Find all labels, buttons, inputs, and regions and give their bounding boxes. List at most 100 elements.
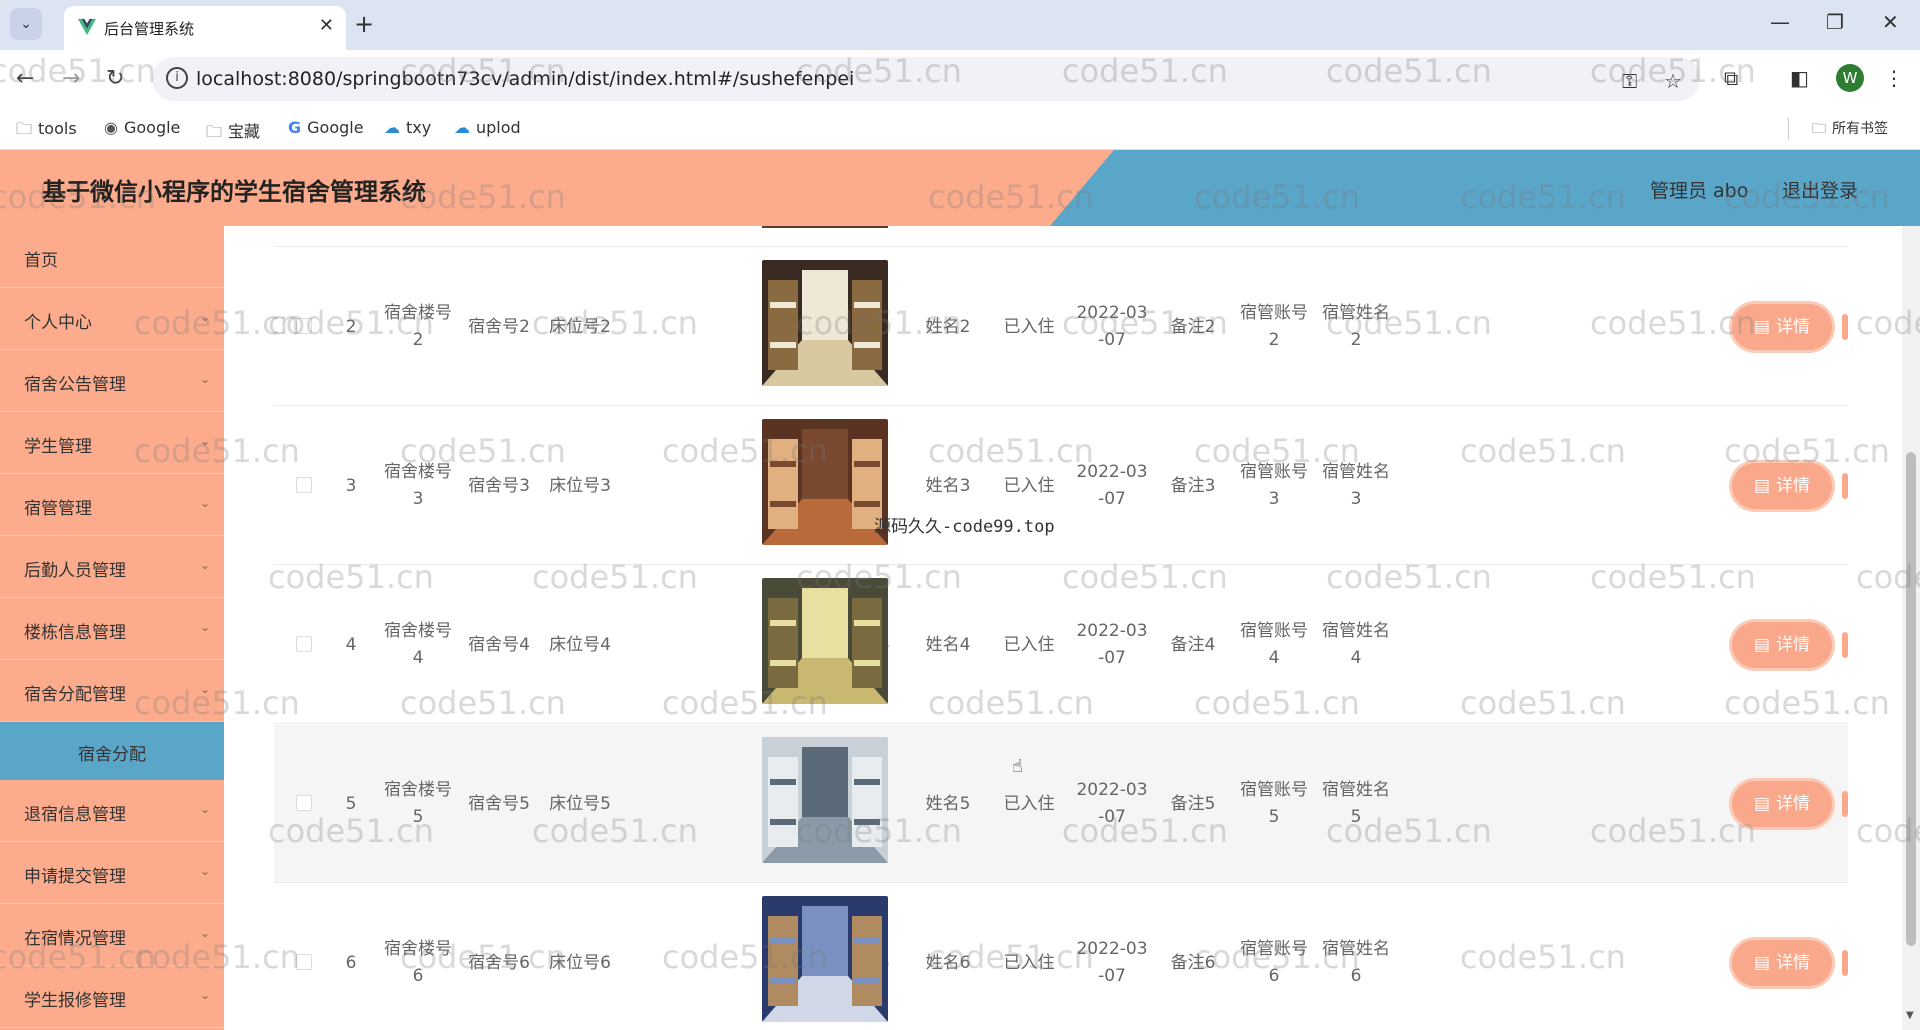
- sidebar-item-label: 申请提交管理: [24, 867, 126, 887]
- scrollbar-thumb[interactable]: [1906, 452, 1916, 946]
- edit-button-edge[interactable]: [1842, 473, 1848, 499]
- detail-button[interactable]: ▤ 详情: [1732, 940, 1832, 986]
- sidebar-item-8[interactable]: 宿舍分配: [0, 722, 224, 780]
- omnibox[interactable]: i localhost:8080/springbootn73cv/admin/d…: [152, 57, 1700, 101]
- table-row[interactable]: 4宿舍楼号4宿舍号4床位号4学号4姓名4已入住2022-03-07备注4宿管账号…: [274, 566, 1848, 724]
- detail-button[interactable]: ▤ 详情: [1732, 781, 1832, 827]
- sidebar-item-11[interactable]: 在宿情况管理 ⌄: [0, 904, 224, 966]
- profile-avatar[interactable]: W: [1836, 64, 1864, 92]
- document-icon: ▤: [1753, 635, 1771, 655]
- vue-logo-icon: [78, 18, 96, 36]
- document-icon: ▤: [1753, 953, 1771, 973]
- cell-bed-no: 床位号4: [549, 635, 611, 655]
- bookmark-google-2[interactable]: G Google: [288, 118, 364, 137]
- cell-manager-name: 宿管姓名 6: [1322, 939, 1390, 986]
- sidebar-item-3[interactable]: 学生管理 ⌄: [0, 412, 224, 474]
- table-row[interactable]: 2宿舍楼号2宿舍号2床位号2学号2姓名2已入住2022-03-07备注2宿管账号…: [274, 248, 1848, 406]
- password-key-icon[interactable]: ⚿: [1622, 69, 1637, 93]
- edit-button-edge[interactable]: [1842, 632, 1848, 658]
- document-icon: ▤: [1753, 476, 1771, 496]
- room-photo: [762, 737, 888, 863]
- previous-thumb-edge: [762, 226, 888, 228]
- detail-button[interactable]: ▤ 详情: [1732, 463, 1832, 509]
- address-bar-row: ← → ↻ i localhost:8080/springbootn73cv/a…: [0, 50, 1920, 108]
- table-row[interactable]: 6宿舍楼号6宿舍号6床位号6学号6姓名6已入住2022-03-07备注6宿管账号…: [274, 884, 1848, 1030]
- extensions-icon[interactable]: ⧉: [1724, 66, 1738, 90]
- window-close-icon[interactable]: ✕: [1882, 10, 1899, 34]
- all-bookmarks[interactable]: 🗀 所有书签: [1812, 118, 1888, 142]
- chevron-down-icon: ⌄: [199, 988, 210, 1002]
- new-tab-icon[interactable]: +: [354, 10, 374, 38]
- sidebar-item-10[interactable]: 申请提交管理 ⌄: [0, 842, 224, 904]
- close-tab-icon[interactable]: ✕: [319, 15, 334, 36]
- back-icon[interactable]: ←: [16, 66, 34, 91]
- table-row[interactable]: 5宿舍楼号5宿舍号5床位号5学号5姓名5已入住2022-03-07备注5宿管账号…: [274, 725, 1848, 883]
- row-checkbox[interactable]: [296, 795, 312, 811]
- edit-button-edge[interactable]: [1842, 950, 1848, 976]
- table-row[interactable]: 3宿舍楼号3宿舍号3床位号3学号3姓名3已入住2022-03-07备注3宿管账号…: [274, 407, 1848, 565]
- document-icon: ▤: [1753, 317, 1771, 337]
- sidebar-item-2[interactable]: 宿舍公告管理 ⌄: [0, 350, 224, 412]
- cell-bed-no: 床位号5: [549, 794, 611, 814]
- forward-icon[interactable]: →: [62, 66, 80, 91]
- row-checkbox[interactable]: [296, 477, 312, 493]
- chevron-down-icon: ⌄: [199, 496, 210, 510]
- bookmark-baozang[interactable]: 🗀 宝藏: [206, 118, 260, 148]
- document-icon: ▤: [1753, 794, 1771, 814]
- sidebar-item-7[interactable]: 宿舍分配管理 ⌄: [0, 660, 224, 722]
- row-checkbox[interactable]: [296, 318, 312, 334]
- folder-icon: 🗀: [206, 122, 223, 141]
- bookmark-star-icon[interactable]: ☆: [1664, 69, 1682, 93]
- sidebar-item-12[interactable]: 学生报修管理 ⌄: [0, 966, 224, 1028]
- url-text[interactable]: localhost:8080/springbootn73cv/admin/dis…: [196, 68, 854, 90]
- bookmark-google-1[interactable]: ◉ Google: [104, 118, 180, 137]
- browser-tab[interactable]: 后台管理系统 ✕: [64, 6, 346, 50]
- edit-button-edge[interactable]: [1842, 314, 1848, 340]
- sidebar-item-label: 后勤人员管理: [24, 561, 126, 581]
- globe-icon: ◉: [104, 118, 118, 137]
- row-checkbox[interactable]: [296, 636, 312, 652]
- detail-button-label: 详情: [1776, 317, 1811, 337]
- room-photo: [762, 896, 888, 1022]
- detail-button[interactable]: ▤ 详情: [1732, 622, 1832, 668]
- side-panel-icon[interactable]: ◧: [1790, 66, 1809, 90]
- restore-icon[interactable]: ❐: [1826, 10, 1844, 34]
- cell-index: 2: [345, 317, 357, 337]
- sidebar-item-label: 个人中心: [24, 313, 92, 333]
- bookmark-tools[interactable]: 🗀 tools: [16, 118, 77, 145]
- browser-tab-bar: ⌄ 后台管理系统 ✕ + — ❐ ✕: [0, 0, 1920, 50]
- cloud-icon: ☁: [454, 118, 470, 137]
- site-info-icon[interactable]: i: [166, 67, 188, 89]
- row-checkbox[interactable]: [296, 954, 312, 970]
- bookmark-uplod[interactable]: ☁ uplod: [454, 118, 521, 137]
- cell-index: 4: [345, 635, 357, 655]
- detail-button[interactable]: ▤ 详情: [1732, 304, 1832, 350]
- scroll-down-icon[interactable]: ▼: [1906, 1010, 1914, 1021]
- detail-button-label: 详情: [1776, 794, 1811, 814]
- minimize-icon[interactable]: —: [1770, 10, 1790, 34]
- sidebar-item-label: 楼栋信息管理: [24, 623, 126, 643]
- cloud-icon: ☁: [384, 118, 400, 137]
- chevron-down-icon: ⌄: [199, 682, 210, 696]
- chevron-down-icon: ⌄: [199, 434, 210, 448]
- edit-button-edge[interactable]: [1842, 791, 1848, 817]
- bookmark-txy[interactable]: ☁ txy: [384, 118, 431, 137]
- sidebar-item-label: 学生管理: [24, 437, 92, 457]
- tab-search-button[interactable]: ⌄: [10, 8, 42, 40]
- tab-title: 后台管理系统: [104, 20, 195, 38]
- dorm-allocation-table: 2宿舍楼号2宿舍号2床位号2学号2姓名2已入住2022-03-07备注2宿管账号…: [224, 226, 1904, 1030]
- scrollbar[interactable]: ▼: [1902, 226, 1920, 1030]
- app-header: 基于微信小程序的学生宿舍管理系统 管理员 abo 退出登录: [0, 150, 1920, 226]
- sidebar-item-0[interactable]: 首页: [0, 226, 224, 288]
- sidebar-item-4[interactable]: 宿管管理 ⌄: [0, 474, 224, 536]
- sidebar-item-label: 在宿情况管理: [24, 929, 126, 949]
- sidebar-item-5[interactable]: 后勤人员管理 ⌄: [0, 536, 224, 598]
- sidebar-item-1[interactable]: 个人中心 ⌄: [0, 288, 224, 350]
- sidebar-item-9[interactable]: 退宿信息管理 ⌄: [0, 780, 224, 842]
- logout-link[interactable]: 退出登录: [1782, 176, 1858, 203]
- menu-icon[interactable]: ⋮: [1884, 66, 1904, 90]
- sidebar-menu: 首页 个人中心 ⌄ 宿舍公告管理 ⌄ 学生管理 ⌄ 宿管管理 ⌄ 后勤人员管理 ⌄ 楼栋信息管理 ⌄ 宿舍…: [0, 226, 224, 1030]
- reload-icon[interactable]: ↻: [106, 66, 124, 91]
- sidebar-item-6[interactable]: 楼栋信息管理 ⌄: [0, 598, 224, 660]
- sidebar-item-label: 退宿信息管理: [24, 805, 126, 825]
